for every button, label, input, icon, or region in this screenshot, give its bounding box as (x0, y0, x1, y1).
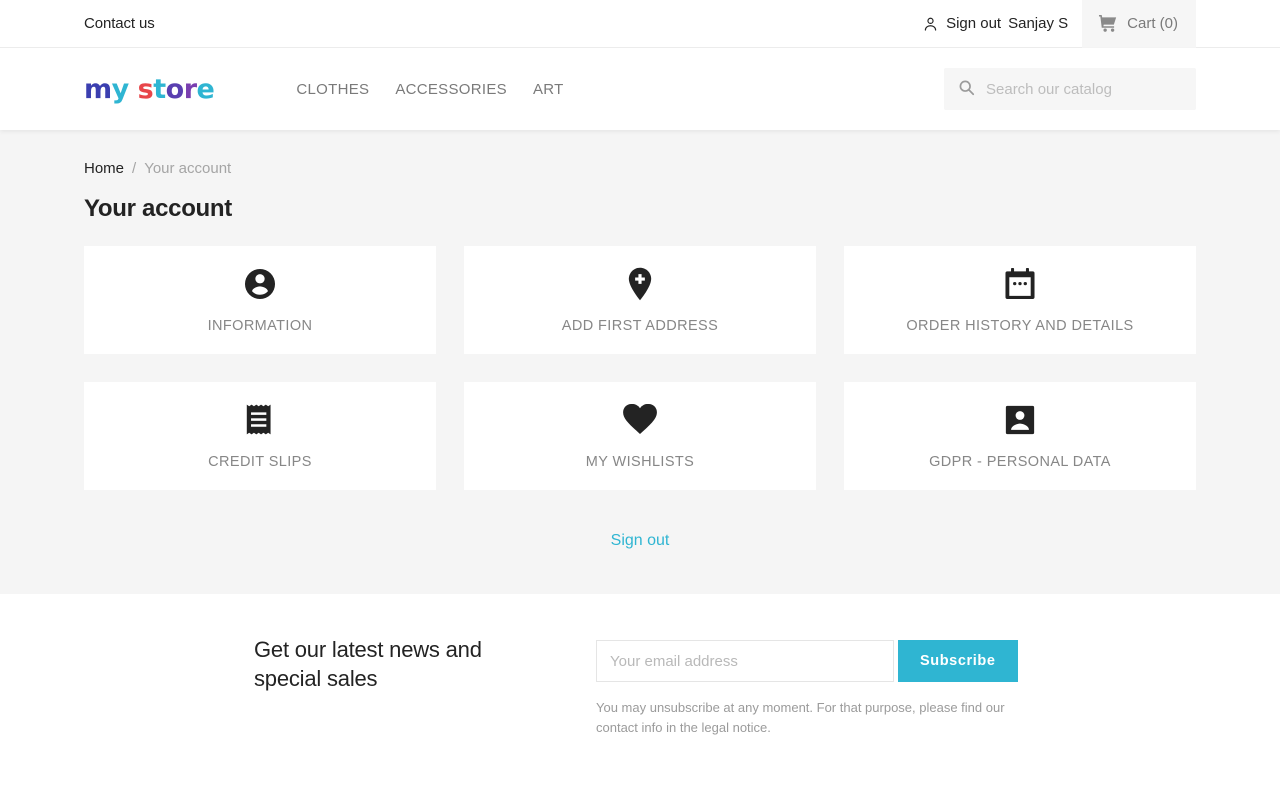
nav-item-clothes[interactable]: Clothes (296, 81, 369, 98)
breadcrumb: Home / Your account (84, 130, 1196, 177)
search-input[interactable] (986, 81, 1182, 98)
newsletter-title: Get our latest news and special sales (254, 636, 504, 738)
account-cards-grid: Information Add first address (84, 246, 1196, 490)
site-logo[interactable]: my store (84, 76, 214, 103)
account-card-label: My wishlists (586, 454, 694, 470)
signout-link[interactable]: Sign out (611, 532, 670, 549)
logo-letter: t (153, 76, 165, 103)
signout-top-link[interactable]: Sign out (946, 15, 1001, 32)
heart-icon (623, 403, 657, 437)
person-outline-icon (922, 15, 939, 33)
top-bar-right: Sign out Sanjay S Cart (0) (922, 0, 1196, 48)
logo-letter (129, 76, 138, 103)
user-account-block[interactable]: Sign out Sanjay S (922, 0, 1082, 48)
breadcrumb-home[interactable]: Home (84, 160, 124, 177)
account-card-label: Credit slips (208, 454, 312, 470)
account-card-label: Add first address (562, 318, 718, 334)
search-icon (958, 79, 975, 99)
account-circle-icon (243, 267, 277, 301)
signout-link-container: Sign out (84, 532, 1196, 550)
account-card-label: Information (208, 318, 313, 334)
cart-button[interactable]: Cart (0) (1082, 0, 1196, 48)
receipt-icon (245, 403, 275, 437)
newsletter-note: You may unsubscribe at any moment. For t… (596, 698, 1016, 738)
contact-us-link[interactable]: Contact us (84, 15, 155, 32)
newsletter-form: Subscribe (596, 640, 1018, 682)
subscribe-button[interactable]: Subscribe (898, 640, 1018, 682)
account-card-label: GDPR - Personal data (929, 454, 1111, 470)
logo-letter: y (112, 76, 129, 103)
account-card-order-history[interactable]: Order history and details (844, 246, 1196, 354)
shopping-cart-icon (1098, 14, 1118, 33)
account-card-credit-slips[interactable]: Credit slips (84, 382, 436, 490)
logo-letter: m (84, 76, 112, 103)
page-title: Your account (84, 195, 1196, 223)
logo-letter: r (184, 76, 197, 103)
logo-letter: o (166, 76, 184, 103)
newsletter-form-area: Subscribe You may unsubscribe at any mom… (596, 636, 1018, 738)
logo-letter: e (197, 76, 215, 103)
nav-item-art[interactable]: Art (533, 81, 564, 98)
account-card-my-wishlists[interactable]: My wishlists (464, 382, 816, 490)
main-navigation: Clothes Accessories Art (296, 81, 563, 98)
account-card-gdpr-personal-data[interactable]: GDPR - Personal data (844, 382, 1196, 490)
breadcrumb-separator: / (132, 160, 136, 177)
newsletter-email-input[interactable] (596, 640, 894, 682)
account-card-add-first-address[interactable]: Add first address (464, 246, 816, 354)
account-card-information[interactable]: Information (84, 246, 436, 354)
breadcrumb-current: Your account (144, 160, 231, 177)
nav-item-accessories[interactable]: Accessories (395, 81, 507, 98)
account-box-icon (1004, 403, 1036, 437)
top-bar: Contact us Sign out Sanjay S Cart (0) (0, 0, 1280, 48)
site-header: my store Clothes Accessories Art (0, 48, 1280, 130)
account-card-label: Order history and details (906, 318, 1133, 334)
user-name-label[interactable]: Sanjay S (1008, 15, 1068, 32)
logo-letter: s (138, 76, 154, 103)
site-footer: Get our latest news and special sales Su… (0, 594, 1280, 800)
search-bar[interactable] (944, 68, 1196, 110)
cart-label: Cart (0) (1127, 15, 1178, 32)
newsletter-block: Get our latest news and special sales Su… (0, 636, 1280, 738)
calendar-icon (1004, 267, 1036, 301)
add-location-pin-icon (625, 267, 655, 301)
main-content: Home / Your account Your account Informa… (0, 130, 1280, 594)
